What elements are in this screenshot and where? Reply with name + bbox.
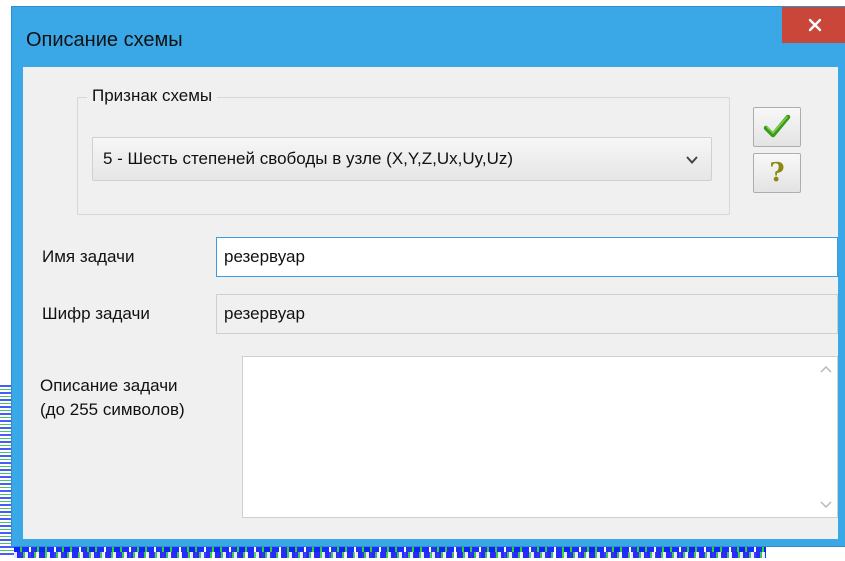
scroll-down-icon[interactable]	[819, 497, 833, 511]
question-mark-icon: ?	[769, 158, 785, 188]
background-drawing-bottom-detail	[14, 552, 766, 558]
task-code-label: Шифр задачи	[42, 304, 150, 323]
task-description-label-line1: Описание задачи	[40, 376, 178, 395]
scheme-description-dialog: Описание схемы Признак схемы 5 - Шесть с…	[11, 6, 845, 547]
task-name-label: Имя задачи	[42, 247, 135, 266]
scheme-type-legend: Признак схемы	[87, 86, 218, 106]
close-icon	[808, 18, 822, 32]
chevron-down-icon	[686, 156, 698, 164]
dialog-title: Описание схемы	[26, 29, 183, 51]
task-name-input[interactable]: резервуар	[216, 237, 838, 277]
help-button[interactable]: ?	[753, 153, 801, 193]
scheme-type-selected-value: 5 - Шесть степеней свободы в узле (X,Y,Z…	[103, 149, 514, 168]
scheme-type-select[interactable]: 5 - Шесть степеней свободы в узле (X,Y,Z…	[92, 137, 712, 181]
ok-button[interactable]	[753, 107, 801, 147]
close-button[interactable]	[782, 7, 845, 43]
task-description-label-line2: (до 255 символов)	[40, 400, 185, 419]
description-scrollbar[interactable]	[815, 357, 837, 517]
title-bar[interactable]: Описание схемы	[12, 7, 845, 69]
checkmark-icon	[763, 114, 791, 138]
dialog-client-area: Признак схемы 5 - Шесть степеней свободы…	[23, 67, 838, 539]
task-code-field: резервуар	[216, 294, 838, 334]
scroll-up-icon[interactable]	[819, 363, 833, 377]
task-description-textarea[interactable]	[242, 356, 838, 518]
